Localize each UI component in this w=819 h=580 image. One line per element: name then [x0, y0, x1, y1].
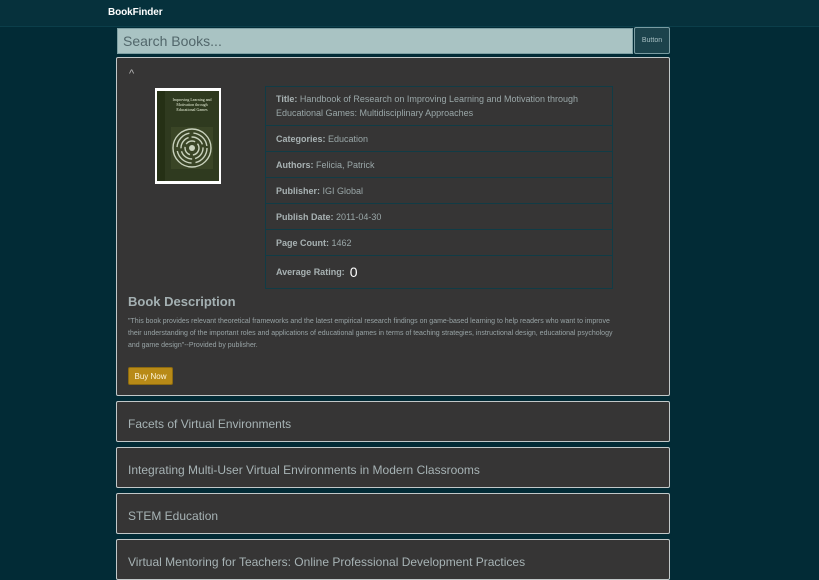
result-title[interactable]: Facets of Virtual Environments: [128, 417, 291, 431]
description-text: "This book provides relevant theoretical…: [128, 318, 613, 349]
detail-value-publish-date: 2011-04-30: [336, 211, 382, 222]
buy-now-button[interactable]: Buy Now: [128, 367, 173, 385]
result-title[interactable]: Integrating Multi-User Virtual Environme…: [128, 463, 480, 477]
top-navbar: BookFinder: [0, 0, 819, 27]
book-cover-text: Improving Learning and Motivation throug…: [172, 97, 212, 112]
detail-label: Page Count:: [276, 237, 329, 248]
result-title[interactable]: STEM Education: [128, 509, 218, 523]
book-cover-image: Improving Learning and Motivation throug…: [155, 88, 221, 184]
detail-row-categories: Categories: Education: [265, 125, 613, 152]
rating-value: 0: [349, 264, 358, 281]
brand-logo[interactable]: BookFinder: [108, 7, 163, 18]
book-card-expanded: ^ Improving Learning and Motivation thro…: [116, 57, 670, 396]
detail-value-authors: Felicia, Patrick: [316, 159, 375, 170]
detail-row-rating: Average Rating: 0: [265, 255, 613, 289]
detail-row-authors: Authors: Felicia, Patrick: [265, 151, 613, 178]
detail-row-publisher: Publisher: IGI Global: [265, 177, 613, 204]
detail-value-publisher: IGI Global: [322, 185, 364, 196]
book-result-item[interactable]: Facets of Virtual Environments: [116, 401, 670, 442]
result-title[interactable]: Virtual Mentoring for Teachers: Online P…: [128, 555, 525, 569]
book-result-item[interactable]: Integrating Multi-User Virtual Environme…: [116, 447, 670, 488]
book-result-item[interactable]: Virtual Mentoring for Teachers: Online P…: [116, 539, 670, 580]
book-result-item[interactable]: STEM Education: [116, 493, 670, 534]
search-button[interactable]: Button: [634, 27, 670, 54]
detail-row-publish-date: Publish Date: 2011-04-30: [265, 203, 613, 230]
detail-label: Average Rating:: [276, 266, 345, 277]
detail-row-title: Title: Handbook of Research on Improving…: [265, 86, 613, 126]
detail-label: Publish Date:: [276, 211, 334, 222]
description-heading: Book Description: [128, 294, 236, 309]
book-details-table: Title: Handbook of Research on Improving…: [265, 86, 613, 289]
detail-value-categories: Education: [328, 133, 369, 144]
detail-label: Title:: [276, 94, 298, 104]
detail-value-title: Handbook of Research on Improving Learni…: [276, 94, 579, 118]
collapse-toggle[interactable]: ^: [129, 68, 134, 80]
detail-label: Categories:: [276, 133, 326, 144]
maze-graphic: [171, 127, 213, 169]
detail-row-page-count: Page Count: 1462: [265, 229, 613, 256]
search-input[interactable]: [117, 28, 633, 54]
detail-label: Publisher:: [276, 185, 321, 196]
detail-label: Authors:: [276, 159, 314, 170]
detail-value-page-count: 1462: [331, 237, 352, 248]
